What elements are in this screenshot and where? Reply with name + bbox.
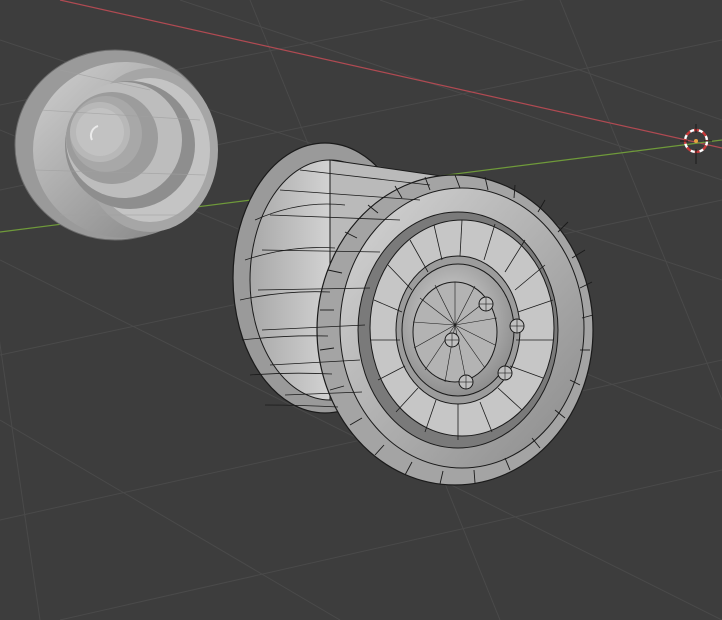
wheel-main[interactable] [232,142,594,486]
3d-viewport[interactable] [0,0,722,620]
3d-cursor-icon[interactable] [680,124,712,164]
viewport-canvas[interactable] [0,0,722,620]
wheel-background[interactable] [14,49,218,241]
